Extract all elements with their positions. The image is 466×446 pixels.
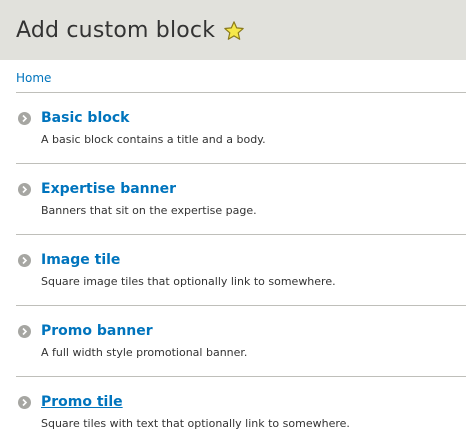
list-item: Promo banner A full width style promotio…	[16, 305, 466, 376]
block-type-list: Basic block A basic block contains a tit…	[0, 92, 466, 446]
breadcrumb-home-link[interactable]: Home	[16, 71, 51, 85]
block-type-link-promo-banner[interactable]: Promo banner	[41, 323, 466, 339]
block-type-description: A full width style promotional banner.	[41, 346, 248, 359]
list-item: Promo tile Square tiles with text that o…	[16, 376, 466, 446]
star-icon[interactable]	[223, 20, 245, 42]
block-type-description: Square image tiles that optionally link …	[41, 275, 336, 288]
chevron-right-circle-icon	[18, 396, 31, 409]
block-type-description: A basic block contains a title and a bod…	[41, 133, 266, 146]
block-type-link-image-tile[interactable]: Image tile	[41, 252, 466, 268]
list-item: Basic block A basic block contains a tit…	[16, 92, 466, 163]
page: Add custom block Home Basic block A basi…	[0, 0, 466, 446]
block-type-link-expertise-banner[interactable]: Expertise banner	[41, 181, 466, 197]
chevron-right-circle-icon	[18, 183, 31, 196]
chevron-right-circle-icon	[18, 112, 31, 125]
title-bar: Add custom block	[0, 0, 466, 60]
block-type-link-basic-block[interactable]: Basic block	[41, 110, 466, 126]
breadcrumb: Home	[0, 60, 466, 92]
list-item: Image tile Square image tiles that optio…	[16, 234, 466, 305]
block-type-link-promo-tile[interactable]: Promo tile	[41, 394, 466, 410]
chevron-right-circle-icon	[18, 325, 31, 338]
chevron-right-circle-icon	[18, 254, 31, 267]
block-type-description: Square tiles with text that optionally l…	[41, 417, 350, 430]
block-type-description: Banners that sit on the expertise page.	[41, 204, 257, 217]
list-item: Expertise banner Banners that sit on the…	[16, 163, 466, 234]
page-title: Add custom block	[16, 17, 216, 43]
